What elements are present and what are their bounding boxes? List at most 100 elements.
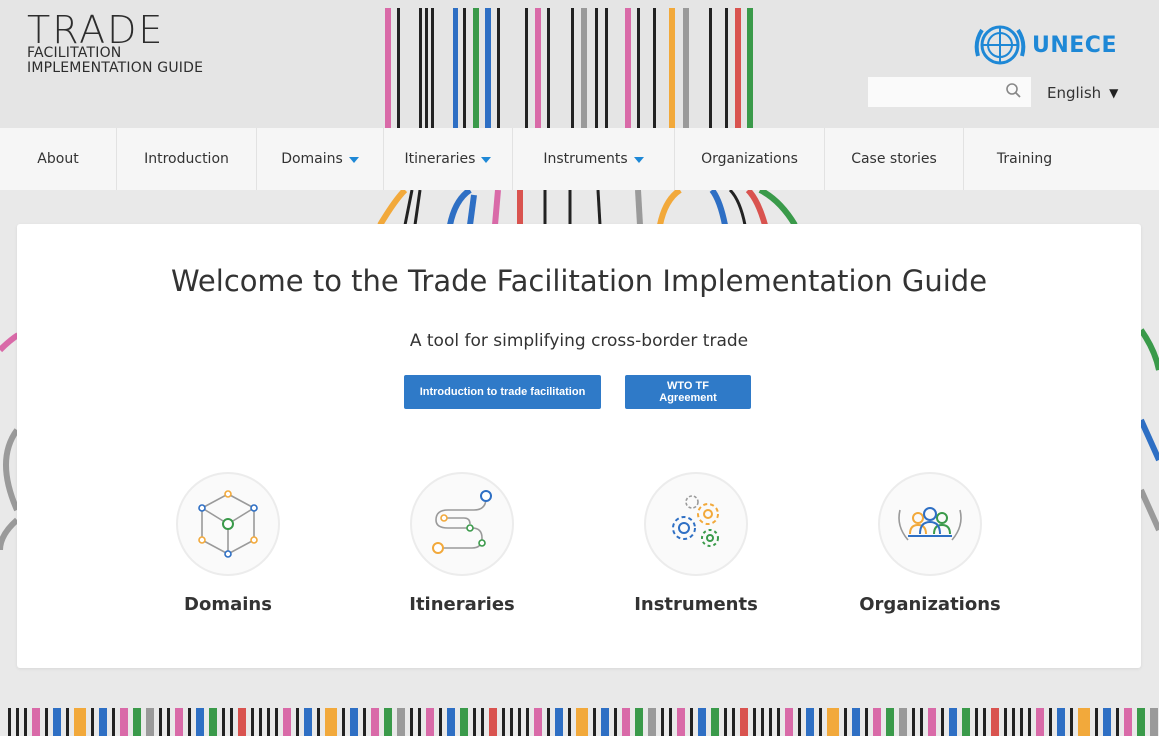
logo-title: TRADE <box>27 8 165 52</box>
footer-stripe <box>16 708 19 736</box>
gears-icon <box>672 495 719 547</box>
cube-network-icon <box>198 490 258 558</box>
footer-stripe <box>865 708 868 736</box>
nav-item-training[interactable]: Training <box>964 128 1085 190</box>
footer-stripe <box>447 708 455 736</box>
footer-stripe <box>899 708 907 736</box>
footer-stripe <box>350 708 358 736</box>
footer-stripe <box>852 708 860 736</box>
footer-stripe <box>949 708 957 736</box>
footer-stripe <box>983 708 986 736</box>
nav-item-about[interactable]: About <box>0 128 117 190</box>
footer-stripe <box>777 708 780 736</box>
language-label: English <box>1047 84 1102 102</box>
footer-stripe <box>473 708 476 736</box>
footer-stripe <box>99 708 107 736</box>
footer-stripe <box>1103 708 1111 736</box>
feature-itineraries[interactable]: Itineraries <box>362 472 562 615</box>
footer-stripe <box>941 708 944 736</box>
logo-line-2: IMPLEMENTATION GUIDE <box>27 60 204 76</box>
feature-instruments[interactable]: Instruments <box>596 472 796 615</box>
footer-stripe <box>1124 708 1132 736</box>
footer-stripe <box>1150 708 1158 736</box>
nav-item-organizations[interactable]: Organizations <box>675 128 825 190</box>
footer-stripe <box>920 708 923 736</box>
footer-stripe <box>798 708 801 736</box>
footer-stripe <box>593 708 596 736</box>
feature-icon-circle <box>410 472 514 576</box>
footer-stripe <box>928 708 936 736</box>
footer-stripe <box>196 708 204 736</box>
feature-domains[interactable]: Domains <box>128 472 328 615</box>
language-selector[interactable]: English ▼ <box>1047 84 1118 102</box>
footer-stripe <box>371 708 379 736</box>
footer-stripe <box>526 708 529 736</box>
footer-stripe <box>622 708 630 736</box>
footer-stripe <box>732 708 735 736</box>
footer-stripe <box>133 708 141 736</box>
nav-item-case-stories[interactable]: Case stories <box>825 128 964 190</box>
footer-stripe <box>635 708 643 736</box>
footer-stripe <box>1020 708 1023 736</box>
footer-stripe <box>283 708 291 736</box>
nav-item-itineraries[interactable]: Itineraries <box>384 128 513 190</box>
footer-stripe <box>230 708 233 736</box>
footer-stripe <box>251 708 254 736</box>
footer-stripe <box>1137 708 1145 736</box>
footer-stripe <box>962 708 970 736</box>
footer-stripe <box>1049 708 1052 736</box>
intro-trade-facilitation-button[interactable]: Introduction to trade facilitation <box>404 375 601 409</box>
footer-stripe <box>167 708 170 736</box>
wto-tf-agreement-button[interactable]: WTO TF Agreement <box>625 375 751 409</box>
site-logo[interactable]: TRADE FACILITATION IMPLEMENTATION GUIDE <box>27 8 204 76</box>
footer-stripe <box>844 708 847 736</box>
footer-stripe <box>518 708 521 736</box>
nav-label: Organizations <box>701 151 798 167</box>
footer-stripe <box>209 708 217 736</box>
search-icon[interactable] <box>1005 82 1023 100</box>
footer-stripe <box>259 708 262 736</box>
feature-icon-circle <box>176 472 280 576</box>
footer-stripe <box>1028 708 1031 736</box>
feature-label: Organizations <box>859 594 1001 615</box>
feature-organizations[interactable]: Organizations <box>830 472 1030 615</box>
nav-item-introduction[interactable]: Introduction <box>117 128 257 190</box>
footer-stripe <box>418 708 421 736</box>
footer-stripe <box>112 708 115 736</box>
footer-stripe <box>886 708 894 736</box>
nav-item-instruments[interactable]: Instruments <box>513 128 675 190</box>
footer-stripe <box>439 708 442 736</box>
footer-stripe <box>753 708 756 736</box>
unece-brand-text: UNECE <box>1032 32 1117 58</box>
footer-stripe <box>325 708 337 736</box>
footer-stripe <box>1057 708 1065 736</box>
feature-label: Domains <box>184 594 272 615</box>
unece-logo[interactable]: UNECE <box>972 20 1117 70</box>
footer-stripe <box>296 708 299 736</box>
footer-stripe <box>363 708 366 736</box>
footer-stripe <box>45 708 48 736</box>
footer-stripe <box>188 708 191 736</box>
footer-stripe-decoration <box>8 708 1158 736</box>
caret-down-icon: ▼ <box>1109 86 1119 100</box>
footer-stripe <box>489 708 497 736</box>
footer-stripe <box>410 708 413 736</box>
footer-stripe <box>698 708 706 736</box>
footer-stripe <box>1078 708 1090 736</box>
footer-stripe <box>555 708 563 736</box>
footer-stripe <box>1036 708 1044 736</box>
site-header: TRADE FACILITATION IMPLEMENTATION GUIDE … <box>0 0 1159 128</box>
footer-stripe <box>426 708 434 736</box>
footer-stripe <box>481 708 484 736</box>
footer-stripe <box>975 708 978 736</box>
page-title: Welcome to the Trade Facilitation Implem… <box>170 264 988 298</box>
footer-stripe <box>175 708 183 736</box>
footer-stripe <box>53 708 61 736</box>
nav-item-domains[interactable]: Domains <box>257 128 384 190</box>
footer-stripe <box>576 708 588 736</box>
footer-stripe <box>711 708 719 736</box>
footer-stripe <box>275 708 278 736</box>
footer-stripe <box>761 708 764 736</box>
footer-stripe <box>661 708 664 736</box>
footer-stripe <box>1116 708 1119 736</box>
